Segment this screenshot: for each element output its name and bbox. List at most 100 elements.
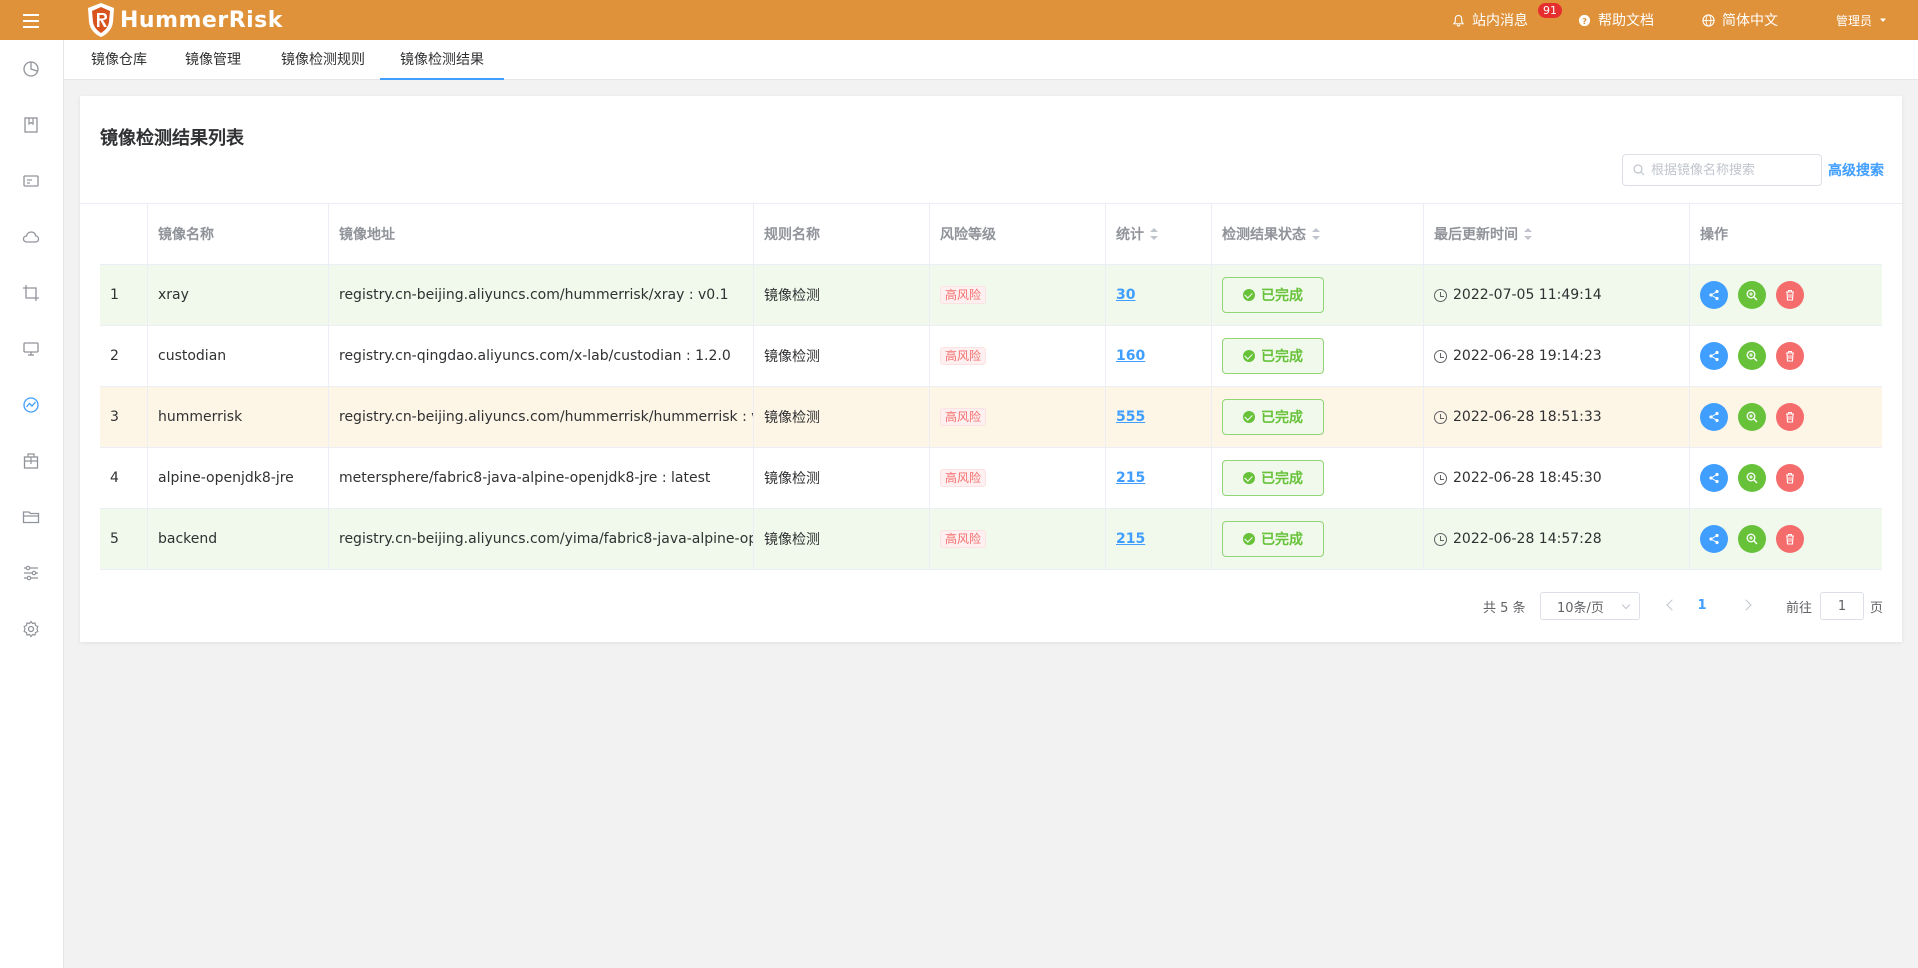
delete-button[interactable] <box>1776 403 1804 431</box>
menu-toggle-icon[interactable] <box>20 11 42 29</box>
zoom-in-icon <box>1746 533 1758 545</box>
cloud-icon[interactable] <box>22 228 40 246</box>
sort-icon[interactable] <box>1150 228 1158 240</box>
rule-name: 镜像检测 <box>764 532 820 548</box>
cell-status: 已完成 <box>1212 448 1424 508</box>
folder-icon[interactable] <box>22 508 40 526</box>
card-icon[interactable] <box>22 172 40 190</box>
trash-icon <box>1786 350 1794 362</box>
search-input[interactable] <box>1651 162 1811 178</box>
image-address: registry.cn-beijing.aliyuncs.com/hummerr… <box>339 287 729 303</box>
svg-text:?: ? <box>1582 15 1587 25</box>
cell-status: 已完成 <box>1212 509 1424 569</box>
top-header: HummerRisk 站内消息 91 ? 帮助文档 简体中文 管理员 <box>0 0 1918 40</box>
col-stats[interactable]: 统计 <box>1106 204 1212 264</box>
tab-image-results[interactable]: 镜像检测结果 <box>380 40 504 80</box>
share-button[interactable] <box>1700 342 1728 370</box>
delete-button[interactable] <box>1776 342 1804 370</box>
settings-icon[interactable] <box>22 620 40 638</box>
clock-icon <box>1434 471 1447 485</box>
cell-actions <box>1690 326 1882 386</box>
cell-status: 已完成 <box>1212 387 1424 447</box>
share-icon <box>1709 472 1719 484</box>
status-button[interactable]: 已完成 <box>1222 460 1324 496</box>
language-switch[interactable]: 简体中文 <box>1702 0 1778 40</box>
zoom-in-icon <box>1746 289 1758 301</box>
trash-icon <box>1786 289 1794 301</box>
share-button[interactable] <box>1700 281 1728 309</box>
cell-rule-name: 镜像检测 <box>754 326 930 386</box>
zoom-in-icon <box>1746 472 1758 484</box>
detail-button[interactable] <box>1738 342 1766 370</box>
cell-index: 3 <box>100 387 148 447</box>
detail-button[interactable] <box>1738 403 1766 431</box>
stats-count-link[interactable]: 215 <box>1116 470 1145 486</box>
zoom-in-icon <box>1746 411 1758 423</box>
cell-index: 4 <box>100 448 148 508</box>
cell-updated-time: 2022-06-28 14:57:28 <box>1424 509 1690 569</box>
col-index <box>100 204 148 264</box>
delete-button[interactable] <box>1776 281 1804 309</box>
status-button[interactable]: 已完成 <box>1222 399 1324 435</box>
messages-link[interactable]: 站内消息 <box>1452 0 1528 40</box>
tab-image-repo[interactable]: 镜像仓库 <box>84 40 154 80</box>
sliders-icon[interactable] <box>22 564 40 582</box>
page-number-current[interactable]: 1 <box>1692 592 1712 620</box>
chart-icon[interactable] <box>22 396 40 414</box>
status-label: 已完成 <box>1261 349 1303 365</box>
advanced-search-link[interactable]: 高级搜索 <box>1828 160 1884 180</box>
dashboard-icon[interactable] <box>22 60 40 78</box>
sort-icon[interactable] <box>1312 228 1320 240</box>
caret-down-icon <box>1880 18 1887 22</box>
status-button[interactable]: 已完成 <box>1222 277 1324 313</box>
delete-button[interactable] <box>1776 464 1804 492</box>
share-button[interactable] <box>1700 464 1728 492</box>
check-circle-icon <box>1243 350 1255 362</box>
updated-time: 2022-06-28 14:57:28 <box>1453 531 1602 547</box>
check-circle-icon <box>1243 472 1255 484</box>
app-logo[interactable]: HummerRisk <box>86 0 283 40</box>
zoom-in-icon <box>1746 350 1758 362</box>
user-menu[interactable]: 管理员 <box>1836 0 1888 40</box>
detail-button[interactable] <box>1738 281 1766 309</box>
status-button[interactable]: 已完成 <box>1222 521 1324 557</box>
tab-image-rules[interactable]: 镜像检测规则 <box>272 40 374 80</box>
cell-image-name: custodian <box>148 326 329 386</box>
sort-icon[interactable] <box>1524 228 1532 240</box>
crop-icon[interactable] <box>22 284 40 302</box>
cell-rule-name: 镜像检测 <box>754 387 930 447</box>
book-icon[interactable] <box>22 116 40 134</box>
share-icon <box>1709 533 1719 545</box>
detail-button[interactable] <box>1738 464 1766 492</box>
table-row: 4 alpine-openjdk8-jre metersphere/fabric8-… <box>100 448 1882 509</box>
time-wrap: 2022-07-05 11:49:14 <box>1434 287 1602 303</box>
tab-image-management[interactable]: 镜像管理 <box>178 40 248 80</box>
prev-page-icon[interactable] <box>1666 599 1678 611</box>
delete-button[interactable] <box>1776 525 1804 553</box>
stats-count-link[interactable]: 160 <box>1116 348 1145 364</box>
col-updated-time[interactable]: 最后更新时间 <box>1424 204 1690 264</box>
tab-bar: 镜像仓库 镜像管理 镜像检测规则 镜像检测结果 <box>64 40 1918 80</box>
package-icon[interactable] <box>22 452 40 470</box>
monitor-icon[interactable] <box>22 340 40 358</box>
stats-count-link[interactable]: 30 <box>1116 287 1135 303</box>
col-status[interactable]: 检测结果状态 <box>1212 204 1424 264</box>
messages-label: 站内消息 <box>1472 13 1528 29</box>
stats-count-link[interactable]: 555 <box>1116 409 1145 425</box>
page-size-select[interactable]: 10条/页 <box>1540 592 1640 620</box>
help-docs-link[interactable]: ? 帮助文档 <box>1578 0 1654 40</box>
share-button[interactable] <box>1700 403 1728 431</box>
table-row: 1 xray registry.cn-beijing.aliyuncs.com/hu… <box>100 265 1882 326</box>
status-button[interactable]: 已完成 <box>1222 338 1324 374</box>
help-icon: ? <box>1578 14 1591 26</box>
detail-button[interactable] <box>1738 525 1766 553</box>
share-button[interactable] <box>1700 525 1728 553</box>
row-index: 5 <box>110 531 119 547</box>
cell-actions <box>1690 387 1882 447</box>
image-name: backend <box>158 531 218 547</box>
stats-count-link[interactable]: 215 <box>1116 531 1145 547</box>
row-index: 3 <box>110 409 119 425</box>
next-page-icon[interactable] <box>1740 599 1752 611</box>
goto-page-input[interactable] <box>1820 592 1864 620</box>
updated-time: 2022-06-28 19:14:23 <box>1453 348 1602 364</box>
